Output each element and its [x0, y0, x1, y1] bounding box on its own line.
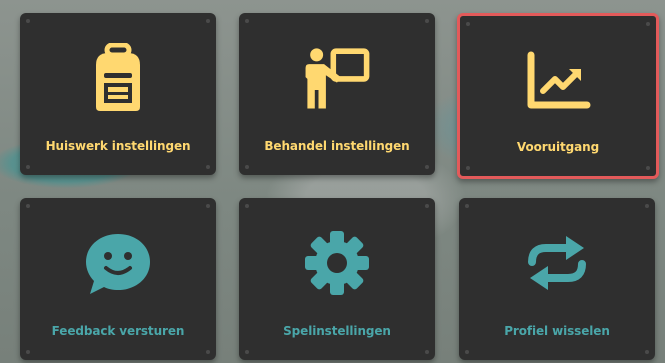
tile-label: Behandel instellingen	[264, 139, 410, 153]
tile-label: Feedback versturen	[51, 324, 185, 338]
rivet	[245, 204, 249, 208]
rivet	[646, 22, 650, 26]
tile-label: Profiel wisselen	[504, 324, 610, 338]
treatment-settings-tile[interactable]: Behandel instellingen	[239, 13, 435, 175]
rivet	[206, 350, 210, 354]
rivet	[245, 165, 249, 169]
rivet	[425, 350, 429, 354]
rivet	[245, 350, 249, 354]
progress-tile[interactable]: Vooruitgang	[457, 13, 659, 179]
smiley-chat-icon	[81, 226, 155, 300]
rivet	[645, 350, 649, 354]
tile-label: Huiswerk instellingen	[45, 139, 191, 153]
rivet	[26, 204, 30, 208]
gear-icon	[300, 226, 374, 300]
backpack-icon	[81, 41, 155, 115]
rivet	[425, 19, 429, 23]
rivet	[425, 204, 429, 208]
swap-arrows-icon	[520, 226, 594, 300]
tile-label: Spelinstellingen	[283, 324, 391, 338]
rivet	[645, 204, 649, 208]
rivet	[26, 350, 30, 354]
send-feedback-tile[interactable]: Feedback versturen	[20, 198, 216, 360]
rivet	[466, 166, 470, 170]
rivet	[26, 19, 30, 23]
rivet	[245, 19, 249, 23]
progress-chart-icon	[521, 44, 595, 118]
rivet	[466, 22, 470, 26]
rivet	[465, 204, 469, 208]
teacher-board-icon	[300, 41, 374, 115]
homework-settings-tile[interactable]: Huiswerk instellingen	[20, 13, 216, 175]
tile-label: Vooruitgang	[516, 140, 600, 154]
rivet	[206, 19, 210, 23]
rivet	[465, 350, 469, 354]
rivet	[425, 165, 429, 169]
rivet	[206, 165, 210, 169]
rivet	[26, 165, 30, 169]
rivet	[646, 166, 650, 170]
switch-profile-tile[interactable]: Profiel wisselen	[459, 198, 655, 360]
rivet	[206, 204, 210, 208]
game-settings-tile[interactable]: Spelinstellingen	[239, 198, 435, 360]
